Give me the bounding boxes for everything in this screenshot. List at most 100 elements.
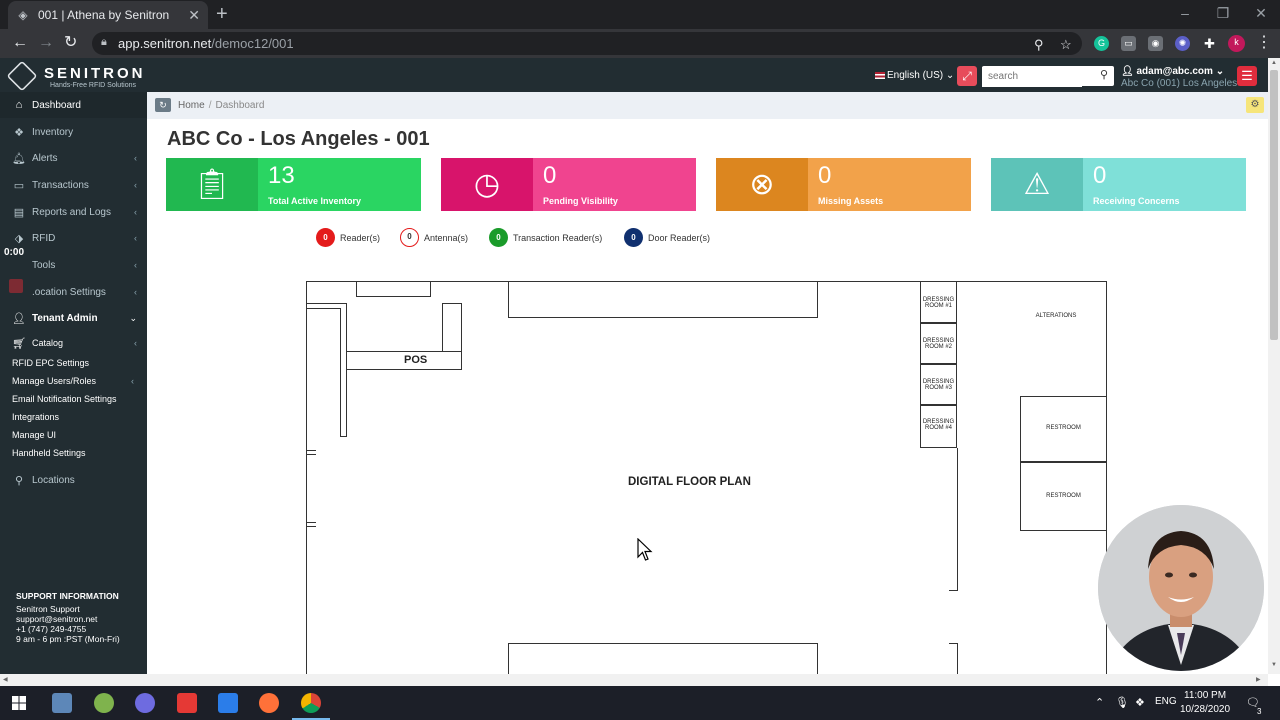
close-window-icon[interactable]: ✕ — [1242, 0, 1280, 28]
fullscreen-button[interactable]: ⤢ — [957, 66, 977, 86]
user-icon: 👤︎ — [1121, 66, 1134, 77]
microphone-icon[interactable]: 🎙︎ — [1115, 696, 1129, 709]
sidebar-item-tools[interactable]: Tools ‹ — [0, 252, 147, 278]
kpi-total-active-inventory[interactable]: 📋︎ 13 Total Active Inventory — [166, 158, 421, 211]
grammarly-extension-icon[interactable]: G — [1094, 36, 1109, 51]
language-indicator[interactable]: ENG — [1155, 696, 1177, 707]
reload-icon[interactable]: ↻ — [64, 34, 77, 52]
camera-extension-icon[interactable]: ◉ — [1148, 36, 1163, 51]
tab-title: 001 | Athena by Senitron — [38, 8, 170, 22]
sidebar-sub-email-notification-settings[interactable]: Email Notification Settings — [12, 394, 117, 404]
horizontal-scrollbar[interactable]: ◀ ▶ — [0, 674, 1268, 686]
sidebar-item-tenant-admin[interactable]: 👤︎ Tenant Admin ⌄ — [0, 305, 147, 331]
sidebar-item-label: RFID — [32, 232, 56, 244]
chrome-menu-icon[interactable]: ⋮ — [1256, 34, 1272, 52]
settings-app-icon[interactable] — [135, 693, 155, 713]
app-icon[interactable] — [218, 693, 238, 713]
search-input[interactable] — [982, 66, 1082, 87]
sidebar-item-label: Transactions — [32, 179, 89, 191]
sidebar-sub-manage-ui[interactable]: Manage UI — [12, 430, 56, 440]
sidebar-item-label: Inventory — [32, 126, 74, 138]
address-bar[interactable]: 🔒︎ app.senitron.net/democ12/001 ⚲ ☆ — [92, 32, 1082, 55]
sidebar: ⌂ Dashboard ❖ Inventory 🔔︎ Alerts ‹ ▭ Transac… — [0, 92, 147, 674]
sidebar-sub-rfid-epc-settings[interactable]: RFID EPC Settings — [12, 358, 89, 368]
tab-close-icon[interactable]: ✕ — [188, 7, 200, 24]
file-explorer-icon[interactable] — [52, 693, 72, 713]
kpi-pending-visibility[interactable]: ◷ 0 Pending Visibility — [441, 158, 696, 211]
scroll-right-icon[interactable]: ▶ — [1256, 676, 1261, 683]
sidebar-item-label: Dashboard — [32, 99, 81, 111]
sidebar-item-reports[interactable]: ▤ Reports and Logs ‹ — [0, 199, 147, 225]
scrollbar-thumb[interactable] — [1270, 70, 1278, 340]
sidebar-item-dashboard[interactable]: ⌂ Dashboard — [0, 92, 147, 118]
chevron-left-icon: ‹ — [134, 233, 137, 243]
sidebar-item-inventory[interactable]: ❖ Inventory — [0, 119, 147, 145]
extension-icon[interactable]: ▭ — [1121, 36, 1136, 51]
browser-tabbar: ◈ 001 | Athena by Senitron ✕ + – ❐ ✕ — [0, 0, 1280, 29]
kpi-receiving-concerns[interactable]: ⚠ 0 Receiving Concerns — [991, 158, 1246, 211]
x-circle-icon: ⊗ — [716, 158, 808, 211]
zoom-icon[interactable]: ⚲ — [1034, 37, 1044, 53]
user-menu[interactable]: 👤︎ adam@abc.com ⌄ Abc Co (001) Los Angel… — [1121, 66, 1237, 89]
sidebar-sub-handheld-settings[interactable]: Handheld Settings — [12, 448, 86, 458]
breadcrumb-home[interactable]: Home — [178, 100, 205, 111]
clock-time: 11:00 PM — [1184, 690, 1227, 701]
minimize-icon[interactable]: – — [1166, 0, 1204, 28]
scroll-left-icon[interactable]: ◀ — [3, 676, 8, 683]
sidebar-item-transactions[interactable]: ▭ Transactions ‹ — [0, 172, 147, 198]
legend-door-readers: 0 Door Reader(s) — [624, 228, 710, 247]
sidebar-item-label: .ocation Settings — [32, 286, 106, 298]
refresh-icon[interactable]: ↻ — [155, 98, 171, 112]
dropbox-icon[interactable]: ❖ — [1135, 696, 1145, 709]
profile-avatar-icon[interactable]: k — [1228, 35, 1245, 52]
app-icon[interactable] — [177, 693, 197, 713]
search-icon[interactable]: ⚲ — [1100, 68, 1108, 81]
hamburger-menu-button[interactable]: ☰ — [1237, 66, 1257, 86]
maximize-icon[interactable]: ❐ — [1204, 0, 1242, 28]
kpi-missing-assets[interactable]: ⊗ 0 Missing Assets — [716, 158, 971, 211]
sidebar-sub-integrations[interactable]: Integrations — [12, 412, 59, 422]
mouse-cursor-icon — [637, 538, 653, 561]
windows-start-icon[interactable] — [12, 696, 26, 710]
card-icon: ▭ — [13, 179, 25, 192]
transaction-reader-count-badge: 0 — [489, 228, 508, 247]
tray-chevron-icon[interactable]: ⌃ — [1095, 696, 1104, 709]
forward-icon[interactable]: → — [38, 34, 54, 52]
new-tab-icon[interactable]: + — [216, 4, 228, 24]
support-heading: SUPPORT INFORMATION — [16, 591, 119, 601]
bookmark-star-icon[interactable]: ☆ — [1060, 37, 1072, 53]
sidebar-sub-manage-users-roles[interactable]: Manage Users/Roles — [12, 376, 96, 386]
presenter-portrait — [1098, 505, 1264, 671]
extension-badge-icon[interactable]: ✺ — [1175, 36, 1190, 51]
taskbar-clock[interactable]: 11:00 PM 10/28/2020 — [1180, 689, 1230, 717]
settings-gear-icon[interactable]: ⚙ — [1246, 97, 1264, 113]
puzzle-icon[interactable]: ✚ — [1202, 36, 1217, 51]
language-selector[interactable]: English (US) ⌄ — [875, 70, 954, 81]
back-icon[interactable]: ← — [12, 34, 28, 52]
sidebar-item-alerts[interactable]: 🔔︎ Alerts ‹ — [0, 145, 147, 171]
dressing-room-label: DRESSING ROOM #3 — [922, 379, 955, 391]
chrome-icon[interactable] — [301, 693, 321, 713]
app-icon[interactable] — [94, 693, 114, 713]
support-phone: +1 (747) 249-4755 — [16, 624, 87, 634]
vertical-scrollbar[interactable]: ▲ ▼ — [1268, 58, 1280, 674]
support-hours: 9 am - 6 pm :PST (Mon-Fri) — [16, 634, 120, 644]
scroll-down-icon[interactable]: ▼ — [1271, 662, 1277, 668]
sidebar-item-label: Tools — [32, 259, 56, 271]
kpi-value: 13 — [268, 162, 295, 189]
url-path: /democ12/001 — [211, 36, 294, 51]
user-org: Abc Co (001) Los Angeles — [1121, 78, 1238, 89]
floor-plan-title: DIGITAL FLOOR PLAN — [628, 476, 751, 488]
sidebar-item-location-settings[interactable]: .ocation Settings ‹ — [0, 279, 147, 305]
reader-count-badge: 0 — [316, 228, 335, 247]
user-email: adam@abc.com — [1136, 66, 1213, 77]
fixture — [356, 281, 431, 297]
support-email[interactable]: support@senitron.net — [16, 614, 120, 624]
scroll-up-icon[interactable]: ▲ — [1271, 60, 1277, 66]
sidebar-item-locations[interactable]: ⚲ Locations — [0, 467, 147, 493]
alterations-label: ALTERATIONS — [1035, 313, 1077, 319]
firefox-icon[interactable] — [259, 693, 279, 713]
browser-tab[interactable]: ◈ 001 | Athena by Senitron ✕ — [8, 1, 208, 29]
sidebar-item-catalog[interactable]: 🛒︎ Catalog ‹ — [0, 332, 147, 354]
digital-floor-plan[interactable]: POS DRESSING ROOM #1 DRESSING ROOM #2 DR… — [306, 281, 1107, 683]
